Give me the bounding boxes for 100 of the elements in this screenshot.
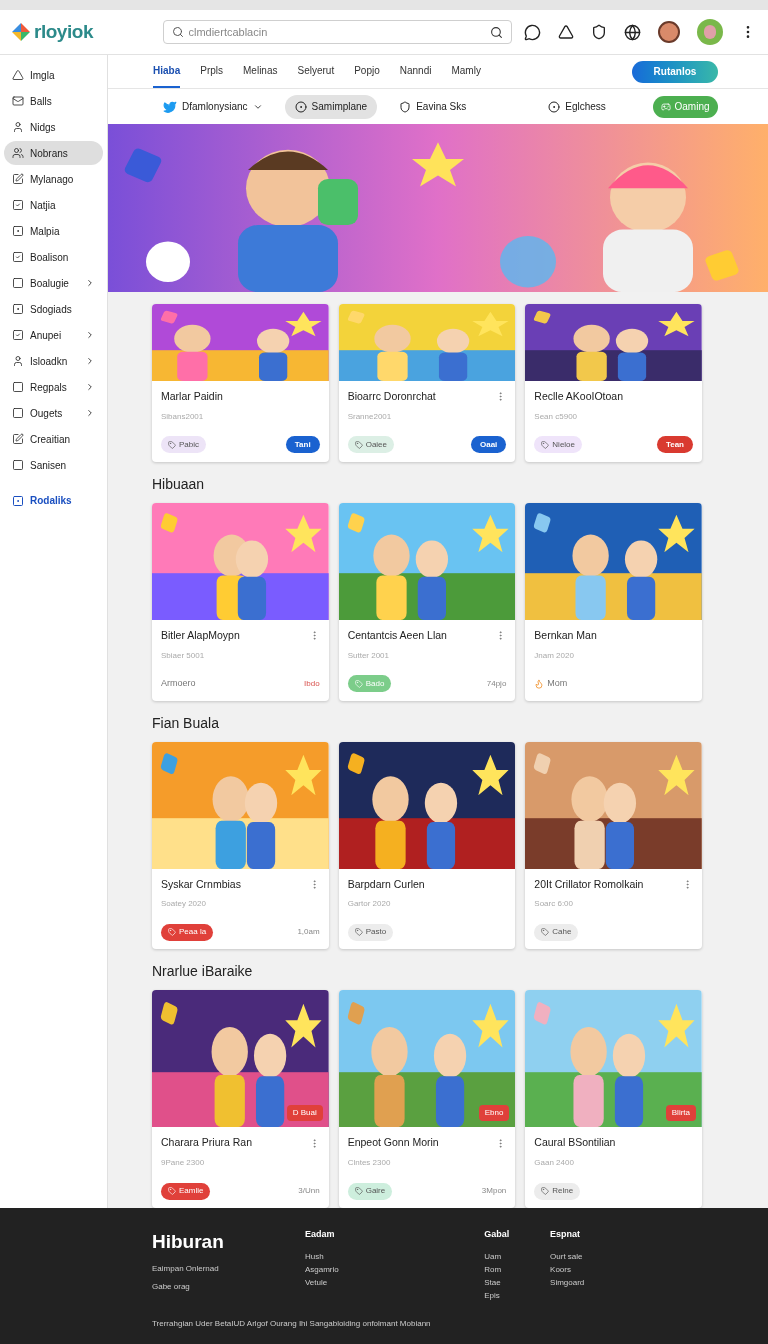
sidebar-item[interactable]: Balls	[4, 89, 103, 113]
tag-chip: Peaa la	[161, 923, 214, 941]
tag-icon	[354, 679, 363, 688]
tag-chip: Nieloe	[534, 436, 582, 454]
sidebar-item[interactable]: Nidgs	[4, 115, 103, 139]
image-badge: Ebno	[478, 1105, 510, 1122]
sidebar-item[interactable]: Boalison	[4, 245, 103, 269]
sidebar-item[interactable]: Boalugie	[4, 271, 103, 295]
card-meta: Gaan 2400	[534, 1157, 575, 1169]
footer-link[interactable]: Rom	[484, 1262, 551, 1276]
tab[interactable]: Popjo	[354, 55, 380, 89]
sidebar-item[interactable]: Mylanago	[4, 167, 103, 191]
game-card[interactable]: Bioarrc Doronrchat Sranne2001 Oaiee Oaai	[338, 304, 516, 462]
footer-link[interactable]: Epis	[484, 1288, 551, 1302]
tag-icon	[354, 1187, 363, 1195]
card-stat: 3/Unn	[298, 1185, 320, 1197]
game-card[interactable]: Blirta Caural BSontilian Gaan 2400 Relne	[525, 990, 702, 1208]
footer-link[interactable]: Koors	[550, 1262, 616, 1276]
sidebar-item[interactable]: Imgla	[4, 63, 103, 87]
card-button[interactable]: Tean	[656, 436, 693, 454]
game-card[interactable]: Marlar Paidin Sibans2001 Pabic Tani	[152, 304, 329, 462]
legal-text: Trerrahgian Uder BetaIUD Arlgof Ourang Ihi Sangabloiding onfolmant Mobiann	[152, 1318, 432, 1330]
footer-link[interactable]: Hush	[304, 1249, 485, 1263]
footer-text: Eaimpan Onlernad	[152, 1262, 220, 1275]
avatar[interactable]	[658, 21, 680, 43]
card-button[interactable]: Tani	[285, 436, 320, 454]
card-stat: 3Mpon	[481, 1185, 507, 1197]
game-card[interactable]: D Buai Charara Priura Ran 9Pane 2300 Eamlie 3/Unn	[152, 990, 329, 1208]
card-meta: Sutter 2001	[347, 649, 391, 662]
card-title: Enpeot Gonn Morin	[347, 1135, 440, 1151]
tab[interactable]: Nanndi	[399, 55, 432, 89]
tab[interactable]: Mamly	[451, 55, 481, 89]
sidebar-item[interactable]: Ougets	[4, 401, 103, 425]
chat-icon[interactable]	[524, 23, 541, 41]
game-card[interactable]: Barpdarn Curlen Gartor 2020 Pasto	[338, 741, 516, 950]
tag-icon	[168, 440, 176, 449]
sidebar-item[interactable]: Malpia	[4, 219, 103, 243]
tab[interactable]: Melinas	[243, 55, 278, 89]
tag-chip: Pabic	[161, 436, 206, 454]
search-bar[interactable]: clmdiertcablacin	[163, 20, 512, 44]
tab[interactable]: Prpls	[200, 55, 224, 89]
game-card[interactable]: Bitler AlapMoypn Sbiaer 5001 Armoero Ibdo	[152, 502, 329, 701]
card-meta: Sibans2001	[161, 410, 205, 423]
square-icon	[12, 381, 24, 393]
shield-icon[interactable]	[591, 24, 607, 40]
card-stat: 74pjo	[486, 677, 507, 690]
search-field[interactable]: clmdiertcablacin	[188, 23, 486, 41]
tab[interactable]: Selyerut	[297, 55, 335, 89]
game-card[interactable]: Ebno Enpeot Gonn Morin Clntes 2300 Gaire 3Mpon	[338, 990, 516, 1208]
game-card[interactable]: 20It Crillator Romolkain Soarc 6:00 Cahe	[525, 741, 702, 950]
sidebar-item[interactable]: Creaitian	[4, 427, 103, 451]
game-card[interactable]: Bernkan Man Jnam 2020 Mom	[525, 502, 702, 701]
bird-icon	[163, 99, 177, 114]
image-badge: D Buai	[286, 1105, 323, 1122]
edit-icon	[12, 173, 24, 185]
search-icon[interactable]	[490, 25, 503, 39]
footer-link[interactable]: Ourt sale	[550, 1249, 616, 1263]
sidebar-item[interactable]: Anupei	[4, 323, 103, 347]
tag-icon	[168, 928, 176, 937]
tag-chip: Pasto	[347, 923, 394, 941]
primary-button[interactable]: Rutanlos	[632, 60, 718, 83]
sidebar-item[interactable]: Nobrans	[4, 141, 103, 165]
sidebar-item[interactable]: Natjia	[4, 193, 103, 217]
globe-icon[interactable]	[624, 23, 641, 41]
flame-icon	[534, 678, 545, 689]
square-icon	[12, 459, 24, 471]
footer-brand: Hiburan	[152, 1230, 225, 1254]
footer-link[interactable]: Uam	[484, 1249, 551, 1263]
triangle-icon[interactable]	[558, 24, 574, 40]
game-card[interactable]: Syskar Crnmbias Soatey 2020 Peaa la 1,0am	[152, 741, 329, 950]
sidebar-link[interactable]: Rodaliks	[4, 493, 103, 508]
game-card[interactable]: Reclle AKooIOtoan Sean c5900 Nieloe Tean	[525, 304, 702, 462]
tag-chip: Gaire	[347, 1182, 393, 1200]
chevron-icon	[85, 382, 95, 392]
logo-icon	[12, 23, 30, 41]
footer-link[interactable]: Asgamrio	[304, 1262, 485, 1276]
filter-chip[interactable]: Eavina Sks	[389, 94, 477, 119]
footer-link[interactable]: Vetule	[304, 1275, 485, 1289]
sidebar-item[interactable]: Sanisen	[4, 453, 103, 477]
card-title: Centantcis Aeen Llan	[347, 627, 448, 643]
search-icon	[172, 26, 185, 38]
card-stat: Ibdo	[304, 677, 320, 690]
sidebar-item[interactable]: Isloadkn	[4, 349, 103, 373]
card-tag: Armoero	[161, 676, 196, 691]
footer-link[interactable]: Stae	[484, 1275, 551, 1289]
tag-icon	[541, 440, 550, 449]
sidebar-item[interactable]: Regpals	[4, 375, 103, 399]
card-title: Charara Priura Ran	[161, 1135, 254, 1151]
filter-chip[interactable]: Samimplane	[284, 94, 378, 119]
card-button[interactable]: Oaai	[471, 436, 507, 454]
footer-link[interactable]: Simgoard	[550, 1275, 616, 1289]
filter-chip[interactable]: Eglchess	[538, 94, 616, 119]
sidebar-item[interactable]: Sdogiads	[4, 297, 103, 321]
circle-icon	[294, 100, 307, 113]
game-card[interactable]: Centantcis Aeen Llan Sutter 2001 Bado 74pjo	[338, 502, 516, 701]
card-title: Syskar Crnmbias	[161, 876, 242, 892]
dropdown[interactable]: Dfamlonysianc	[153, 94, 273, 119]
gamepad-icon	[661, 101, 672, 112]
users-icon	[12, 147, 24, 159]
tag-chip: Eamlie	[161, 1182, 211, 1200]
